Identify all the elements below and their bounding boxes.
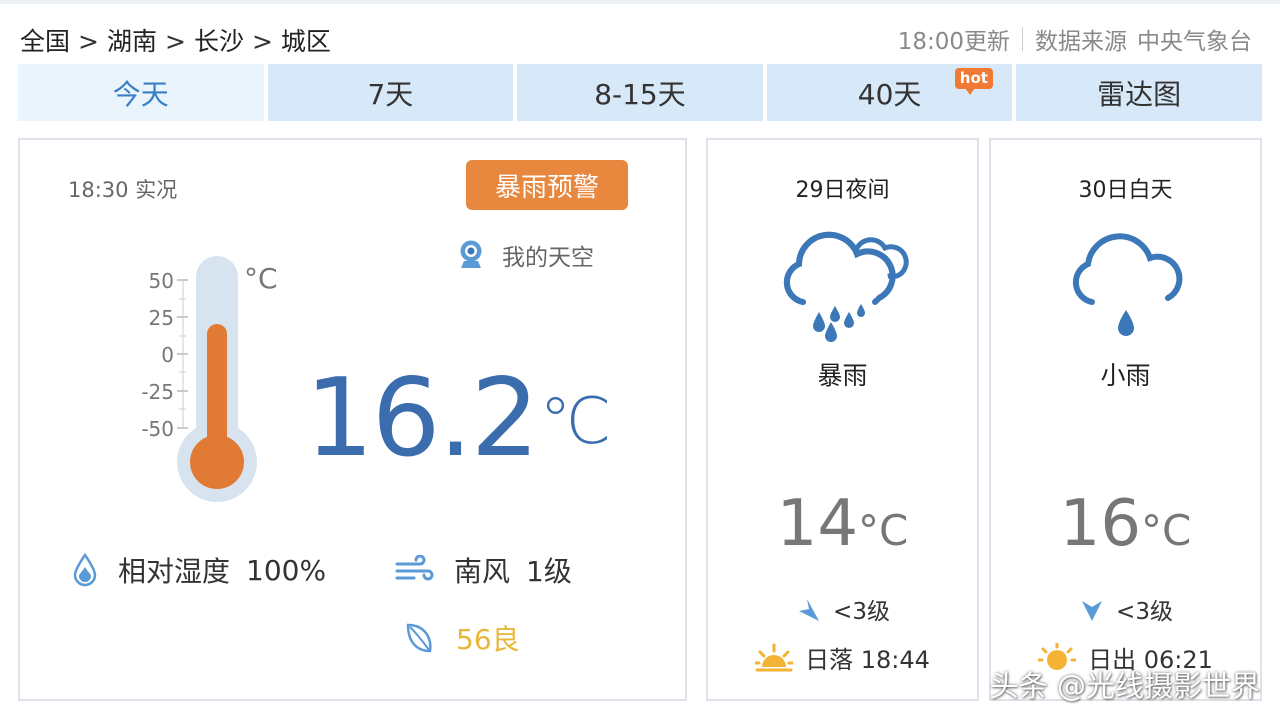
thermo-tick-label: -50 xyxy=(141,417,174,441)
sunset-info: 日落 18:44 xyxy=(708,640,977,675)
forecast-desc: 小雨 xyxy=(1100,361,1151,390)
temperature-unit: ℃ xyxy=(539,385,612,459)
forecast-temperature: 14°C xyxy=(708,492,977,556)
sunset-time: 日落 18:44 xyxy=(805,646,930,674)
tab-7-days[interactable]: 7天 xyxy=(267,64,514,121)
hot-badge: hot xyxy=(954,68,993,95)
sunset-icon xyxy=(755,643,794,671)
humidity-value: 100% xyxy=(246,553,327,587)
tab-today[interactable]: 今天 xyxy=(18,64,264,121)
source-label: 数据来源 xyxy=(1035,29,1127,55)
wind-direction: 南风 xyxy=(454,555,511,588)
tab-40-days[interactable]: 40天 hot xyxy=(766,64,1013,121)
thermo-tick-label: 25 xyxy=(149,306,174,330)
tab-label: 今天 xyxy=(112,77,169,111)
forecast-desc: 暴雨 xyxy=(817,361,868,390)
webcam-icon xyxy=(460,240,482,268)
forecast-wind: <3级 xyxy=(991,592,1260,626)
heavy-rain-icon xyxy=(773,218,913,352)
tab-label: 40天 xyxy=(857,77,922,111)
tab-8-15-days[interactable]: 8-15天 xyxy=(517,64,763,121)
breadcrumb-separator: > xyxy=(251,27,273,56)
forecast-title: 30日白天 xyxy=(1078,178,1173,203)
forecast-wind: <3级 xyxy=(708,592,977,626)
current-temperature: 16.2 ℃ xyxy=(305,365,611,473)
forecast-temp-unit: °C xyxy=(858,506,909,555)
breadcrumb-item-national[interactable]: 全国 xyxy=(20,27,70,56)
forecast-wind-level: <3级 xyxy=(833,599,890,625)
my-sky-link[interactable]: 我的天空 xyxy=(456,238,594,272)
my-sky-label: 我的天空 xyxy=(502,245,594,271)
thermo-tick-label: 50 xyxy=(149,269,174,293)
forecast-panel-night: 29日夜间 暴雨 14°C <3级 日落 18:44 xyxy=(706,138,979,701)
forecast-tabs: 今天 7天 8-15天 40天 hot 雷达图 xyxy=(18,64,1262,121)
thermometer: 50 25 0 -25 -50 °C xyxy=(130,250,300,514)
leaf-icon xyxy=(406,623,432,653)
current-conditions-panel: 18:30 实况 暴雨预警 我的天空 50 25 0 -25 -50 °C 16… xyxy=(18,138,687,701)
breadcrumb-separator: > xyxy=(78,27,99,56)
thermo-tick-label: 0 xyxy=(161,343,174,367)
wind-level: 1级 xyxy=(526,555,572,588)
tab-label: 8-15天 xyxy=(594,77,686,111)
observation-time: 18:30 实况 xyxy=(68,178,178,202)
wind-icon xyxy=(395,555,434,581)
breadcrumb-item-province[interactable]: 湖南 xyxy=(107,27,157,56)
wind-stat: 南风 1级 xyxy=(394,550,572,590)
thermo-unit-label: °C xyxy=(244,262,278,295)
breadcrumb-separator: > xyxy=(164,27,186,56)
watermark-text: 头条 @光线摄影世界 xyxy=(989,669,1260,703)
tab-label: 雷达图 xyxy=(1097,77,1182,111)
wind-direction-arrow-icon xyxy=(1082,601,1103,621)
rainstorm-warning-button[interactable]: 暴雨预警 xyxy=(466,160,628,210)
breadcrumb-item-district: 城区 xyxy=(280,27,331,56)
forecast-title: 29日夜间 xyxy=(795,178,890,203)
forecast-temp-value: 16 xyxy=(1059,487,1142,561)
humidity-label: 相对湿度 xyxy=(118,555,231,588)
forecast-temp-value: 14 xyxy=(776,487,859,561)
temperature-value: 16.2 xyxy=(305,356,539,481)
tab-label: 7天 xyxy=(367,77,414,111)
water-drop-icon xyxy=(73,553,97,587)
forecast-temp-unit: °C xyxy=(1141,506,1192,555)
breadcrumb-item-city[interactable]: 长沙 xyxy=(194,27,244,56)
light-rain-icon xyxy=(1056,218,1196,352)
forecast-wind-level: <3级 xyxy=(1116,599,1173,625)
thermo-tick-label: -25 xyxy=(141,380,174,404)
top-border-line xyxy=(0,0,1280,4)
forecast-panel-day: 30日白天 小雨 16°C <3级 日出 06:21 xyxy=(989,138,1262,701)
air-quality-link[interactable]: 56良 xyxy=(404,618,520,658)
update-time: 18:00更新 xyxy=(897,29,1010,55)
wind-direction-arrow-icon xyxy=(799,599,820,621)
update-info: 18:00更新 数据来源 中央气象台 xyxy=(898,22,1252,56)
aqi-value: 56良 xyxy=(456,623,520,656)
humidity-stat: 相对湿度 100% xyxy=(72,550,326,590)
thermometer-graphic: 50 25 0 -25 -50 °C xyxy=(141,256,278,502)
forecast-temperature: 16°C xyxy=(991,492,1260,556)
source-name: 中央气象台 xyxy=(1137,29,1252,55)
breadcrumb: 全国 > 湖南 > 长沙 > 城区 xyxy=(20,22,331,58)
tab-radar[interactable]: 雷达图 xyxy=(1016,64,1262,121)
update-divider xyxy=(1022,27,1023,51)
